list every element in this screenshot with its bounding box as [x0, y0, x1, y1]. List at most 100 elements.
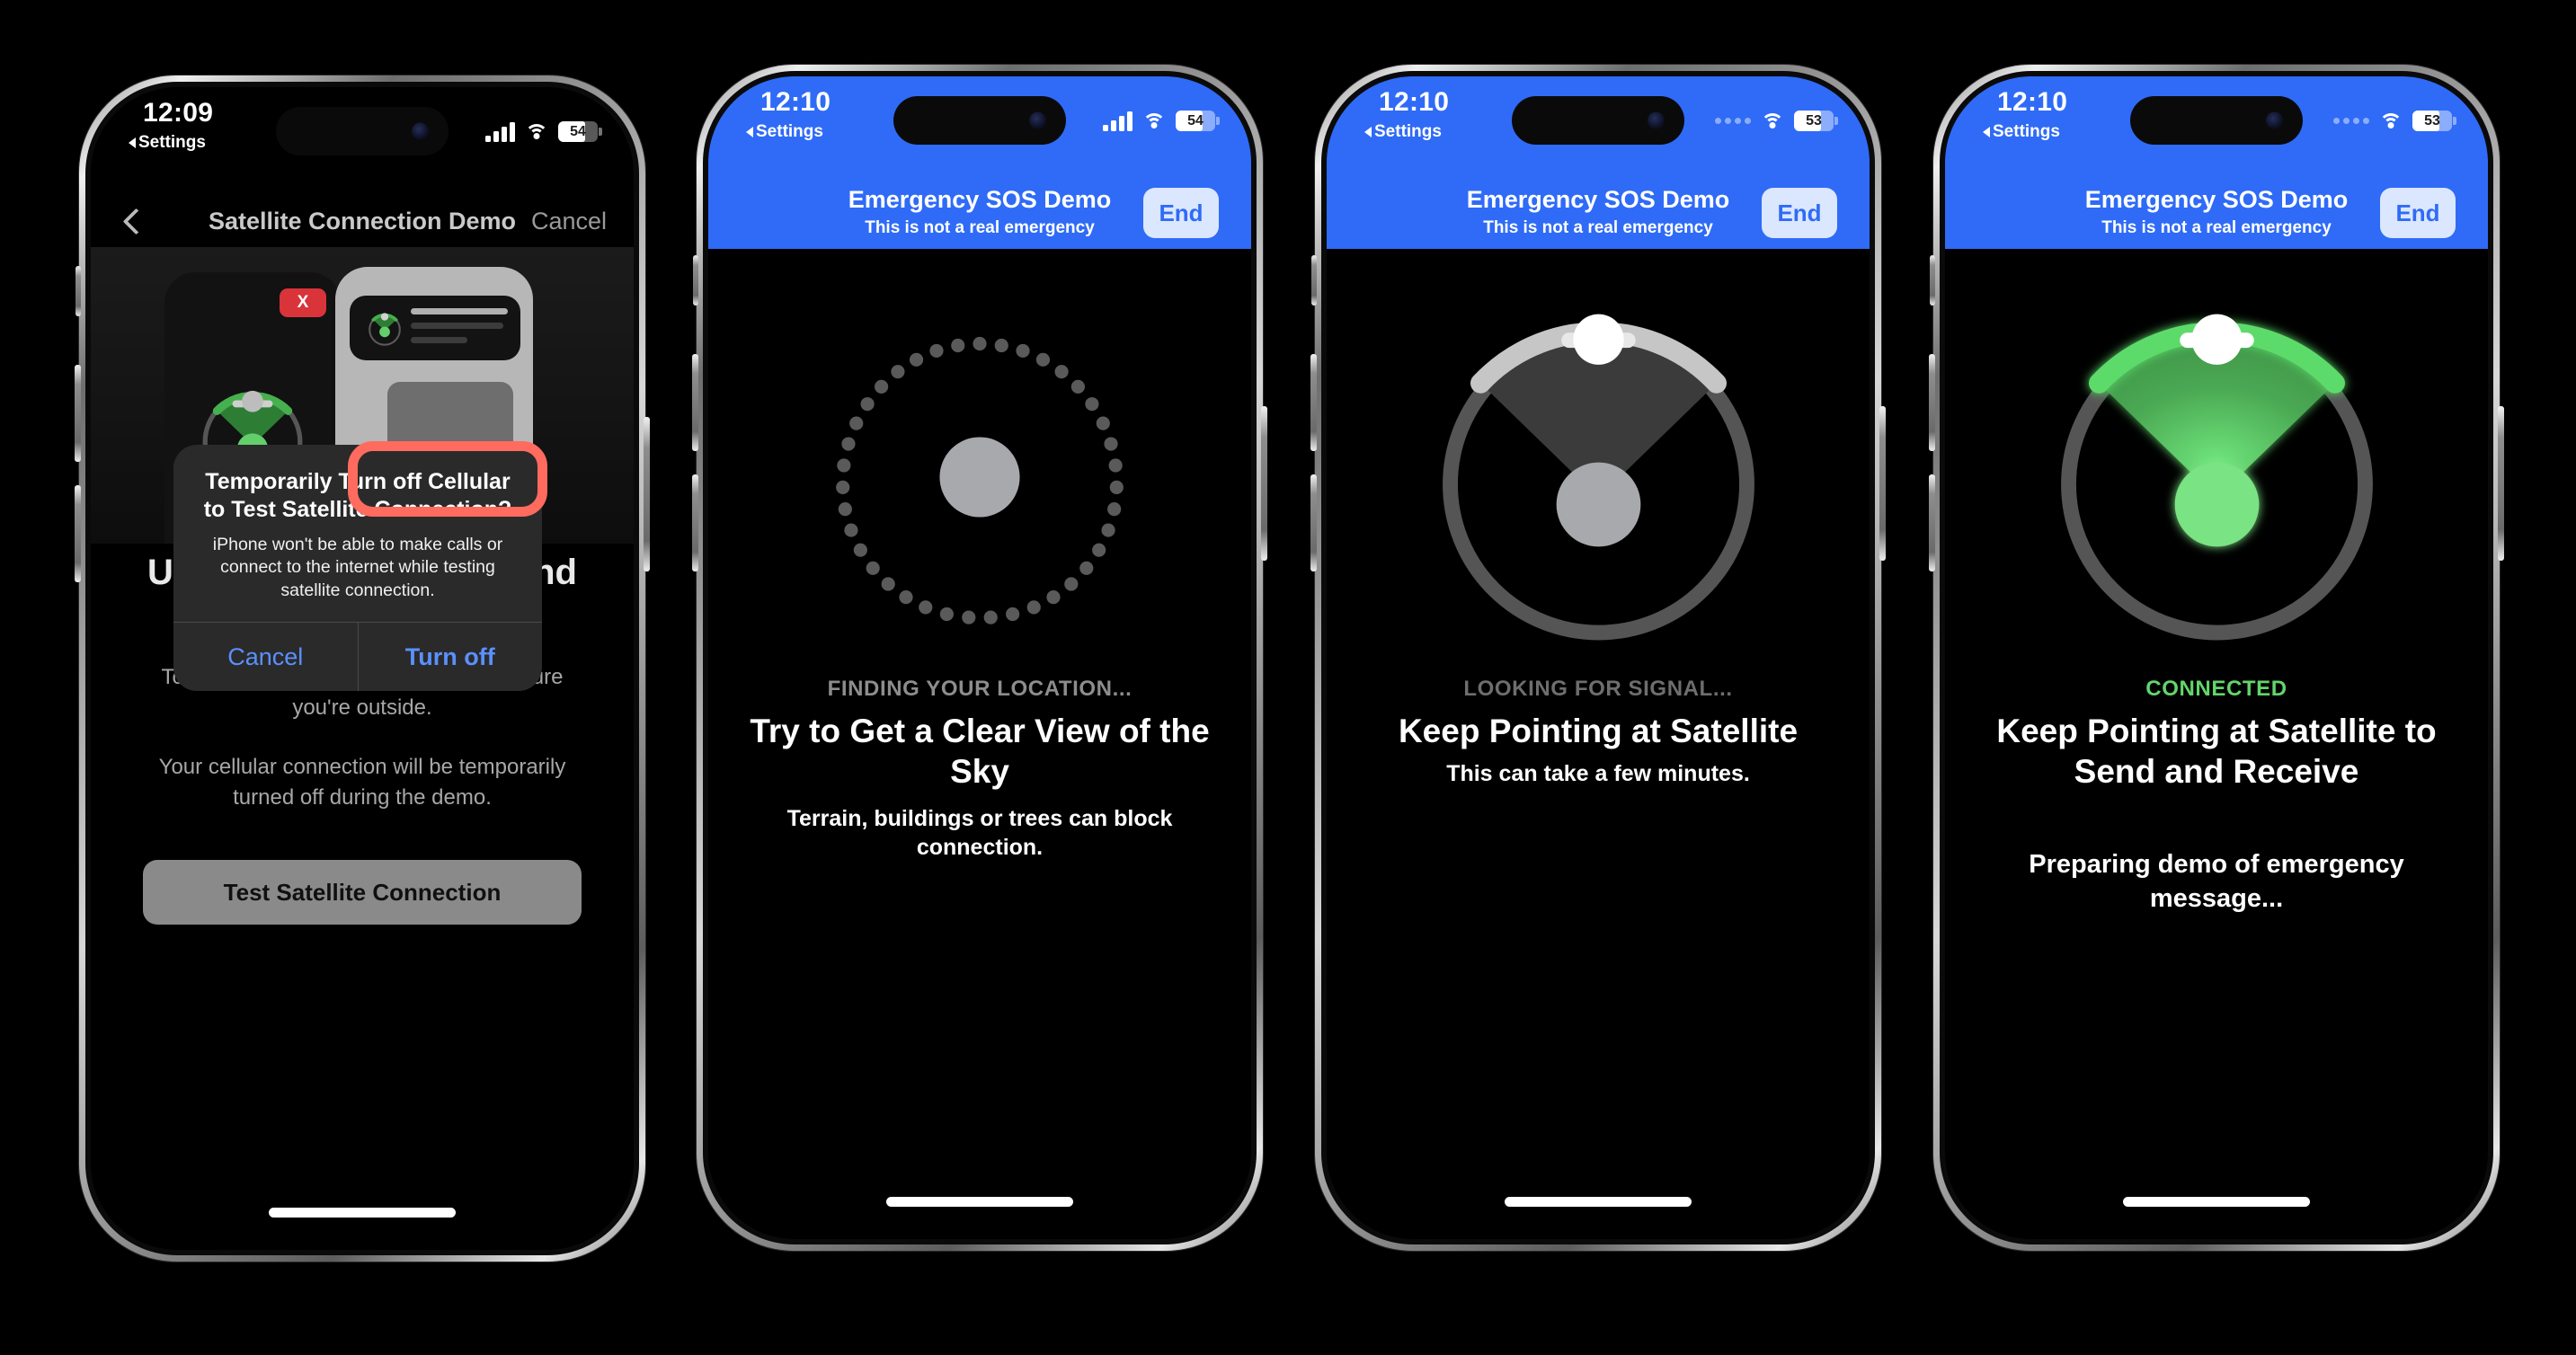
power-button[interactable] — [2498, 406, 2504, 561]
battery-icon: 54 — [1176, 111, 1220, 131]
page-headline: Keep Pointing at Satellite — [1398, 713, 1799, 749]
phone-4-screen: 12:10 Settings 53 Emergency SOS Demo Thi… — [1945, 76, 2488, 1239]
power-button[interactable] — [1261, 406, 1267, 561]
back-triangle-icon — [1364, 127, 1372, 137]
home-indicator[interactable] — [2123, 1197, 2310, 1207]
front-camera-icon — [2266, 111, 2283, 129]
status-caption: CONNECTED — [2145, 677, 2287, 701]
satellite-body — [1572, 314, 1624, 365]
status-back-to-settings[interactable]: Settings — [1983, 123, 2067, 140]
page-subtext: This can take a few minutes. — [1446, 761, 1750, 786]
alert-body: Temporarily Turn off Cellular to Test Sa… — [173, 445, 542, 622]
alert-dialog-layer: Temporarily Turn off Cellular to Test Sa… — [91, 87, 634, 1250]
volume-up-button[interactable] — [1310, 354, 1317, 451]
dotted-circle-svg — [836, 336, 1124, 624]
back-triangle-icon — [1983, 127, 1990, 137]
mute-switch[interactable] — [76, 266, 81, 316]
dynamic-island — [1512, 96, 1684, 145]
satellite-cone-grey-svg — [1442, 314, 1754, 640]
alert-cancel-button[interactable]: Cancel — [173, 623, 359, 692]
wifi-icon — [2379, 111, 2403, 130]
status-back-to-settings[interactable]: Settings — [746, 123, 831, 140]
status-bar-right: 53 — [1715, 111, 1838, 131]
volume-up-button[interactable] — [75, 365, 81, 462]
volume-up-button[interactable] — [692, 354, 698, 451]
emergency-sos-header: Emergency SOS Demo This is not a real em… — [1327, 182, 1870, 249]
status-bar: 12:10 Settings 54 — [708, 76, 1251, 182]
status-back-label: Settings — [1993, 122, 2060, 141]
status-bar-right: 54 — [1103, 111, 1220, 131]
status-time: 12:10 — [760, 87, 831, 117]
home-indicator[interactable] — [886, 1197, 1073, 1207]
emergency-sos-header: Emergency SOS Demo This is not a real em… — [1945, 182, 2488, 249]
searching-graphic — [708, 288, 1251, 666]
status-back-to-settings[interactable]: Settings — [1364, 123, 1449, 140]
front-camera-icon — [1648, 111, 1665, 129]
satellite-connected-graphic — [1945, 288, 2488, 666]
center-dot — [939, 437, 1020, 518]
mute-switch[interactable] — [1930, 255, 1935, 306]
page-headline: Try to Get a Clear View of the Sky — [750, 713, 1210, 791]
alert-title: Temporarily Turn off Cellular to Test Sa… — [203, 469, 512, 522]
phone-3-looking-for-signal: 12:10 Settings 53 Emergency SOS Demo Thi… — [1310, 65, 1886, 1251]
alert-dialog: Temporarily Turn off Cellular to Test Sa… — [173, 445, 543, 692]
volume-down-button[interactable] — [692, 474, 698, 571]
volume-down-button[interactable] — [1929, 474, 1935, 571]
dynamic-island — [2130, 96, 2303, 145]
status-time: 12:10 — [1997, 87, 2068, 117]
power-button[interactable] — [1879, 406, 1886, 561]
front-camera-icon — [1029, 111, 1046, 129]
power-button[interactable] — [644, 417, 650, 571]
battery-percent: 54 — [1187, 113, 1204, 128]
phone-bezel: 12:10 Settings 53 Emergency SOS Demo Thi… — [1940, 71, 2493, 1244]
page-subtext: Terrain, buildings or trees can block co… — [786, 806, 1173, 860]
phone-2-finding-location: 12:10 Settings 54 Emergency SOS Demo Thi… — [692, 65, 1267, 1251]
alert-turn-off-button[interactable]: Turn off — [359, 623, 543, 691]
status-bar: 12:10 Settings 53 — [1327, 76, 1870, 182]
phone-bezel: 12:10 Settings 54 Emergency SOS Demo Thi… — [703, 71, 1257, 1244]
status-bar: 12:10 Settings 53 — [1945, 76, 2488, 182]
battery-percent: 53 — [1806, 113, 1822, 128]
battery-icon: 53 — [2412, 111, 2456, 131]
device-dot — [2174, 462, 2259, 546]
phone-bezel: 12:10 Settings 53 Emergency SOS Demo Thi… — [1321, 71, 1875, 1244]
no-service-dots-icon — [1715, 111, 1751, 131]
status-bar-left: 12:10 Settings — [746, 89, 831, 140]
status-caption: LOOKING FOR SIGNAL... — [1463, 677, 1733, 701]
satellite-body — [2190, 314, 2243, 365]
mute-switch[interactable] — [1311, 255, 1317, 306]
end-button[interactable]: End — [2380, 188, 2456, 238]
dynamic-island — [893, 96, 1066, 145]
status-caption: FINDING YOUR LOCATION... — [827, 677, 1133, 701]
phone-1-screen: 12:09 Settings 54 Satellite Connection D… — [91, 87, 634, 1250]
mute-switch[interactable] — [693, 255, 698, 306]
phone-4-connected: 12:10 Settings 53 Emergency SOS Demo Thi… — [1929, 65, 2504, 1251]
alert-message: iPhone won't be able to make calls or co… — [212, 535, 503, 600]
end-button[interactable]: End — [1762, 188, 1837, 238]
device-dot — [1556, 462, 1640, 546]
volume-down-button[interactable] — [75, 485, 81, 582]
back-triangle-icon — [746, 127, 753, 137]
no-service-dots-icon — [2333, 111, 2369, 131]
battery-icon: 53 — [1794, 111, 1838, 131]
phone-3-screen: 12:10 Settings 53 Emergency SOS Demo Thi… — [1327, 76, 1870, 1239]
emergency-sos-header: Emergency SOS Demo This is not a real em… — [708, 182, 1251, 249]
satellite-pointing-graphic — [1327, 288, 1870, 666]
status-back-label: Settings — [1374, 122, 1442, 141]
phone-bezel: 12:09 Settings 54 Satellite Connection D… — [85, 82, 639, 1255]
wifi-icon — [1761, 111, 1784, 130]
status-bar-right: 53 — [2333, 111, 2456, 131]
home-indicator[interactable] — [1505, 1197, 1692, 1207]
page-headline: Keep Pointing at Satellite to Send and R… — [1996, 713, 2437, 791]
wifi-icon — [1142, 111, 1166, 130]
end-button[interactable]: End — [1143, 188, 1219, 238]
status-bar-left: 12:10 Settings — [1983, 89, 2067, 140]
volume-up-button[interactable] — [1929, 354, 1935, 451]
status-back-label: Settings — [756, 122, 823, 141]
volume-down-button[interactable] — [1310, 474, 1317, 571]
screenshot-canvas: 12:09 Settings 54 Satellite Connection D… — [0, 0, 2576, 1355]
satellite-cone-green-svg — [2060, 314, 2373, 640]
alert-actions: Cancel Turn off — [173, 622, 543, 692]
phone-2-screen: 12:10 Settings 54 Emergency SOS Demo Thi… — [708, 76, 1251, 1239]
battery-percent: 53 — [2424, 113, 2440, 128]
